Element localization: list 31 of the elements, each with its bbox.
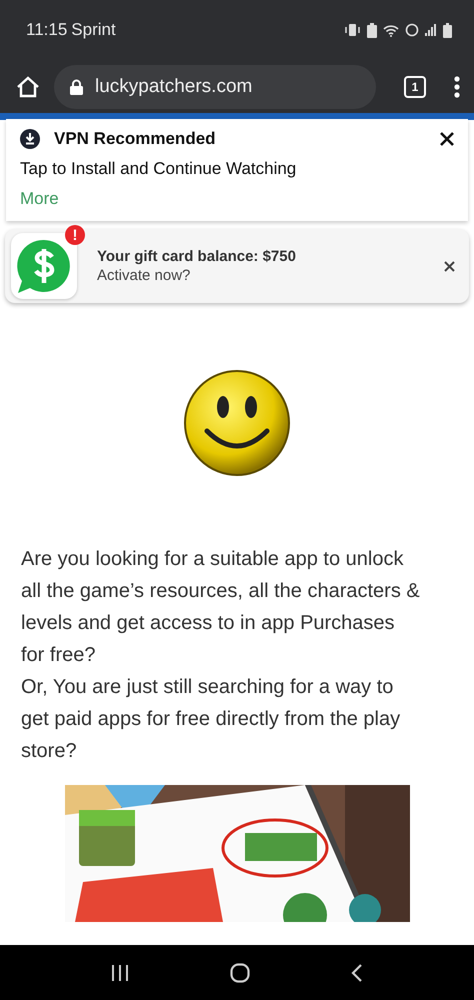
back-icon xyxy=(351,964,364,982)
tab-switcher[interactable]: 1 xyxy=(404,76,426,98)
carrier-name: Sprint xyxy=(71,20,116,40)
lock-icon xyxy=(70,78,83,94)
close-icon xyxy=(440,132,454,146)
alert-badge: ! xyxy=(65,225,85,245)
back-button[interactable] xyxy=(351,964,364,982)
close-button[interactable] xyxy=(444,260,455,272)
close-button[interactable] xyxy=(440,132,454,146)
more-link[interactable]: More xyxy=(20,189,454,209)
paragraph: Or, You are just still searching for a way to get paid apps for free directly from the play store? xyxy=(20,675,402,764)
banner-subtitle: Activate now? xyxy=(97,267,192,284)
close-icon xyxy=(444,260,455,272)
vibrate-icon xyxy=(345,23,361,37)
signal-icon xyxy=(425,24,437,36)
download-icon xyxy=(20,129,40,149)
paragraph: Are you looking for a suitable app to unlock all the game’s resources, all the characters & levels and get access to in app Purchases for free? xyxy=(20,547,421,668)
banner-title: Your gift card balance: $750 xyxy=(97,248,296,265)
battery-icon xyxy=(443,22,452,38)
wifi-icon xyxy=(383,24,399,36)
more-menu-icon[interactable] xyxy=(454,76,460,98)
recent-apps-button[interactable] xyxy=(110,964,129,980)
home-icon[interactable] xyxy=(16,76,40,98)
notification-title: VPN Recommended xyxy=(54,129,216,149)
vpn-notification[interactable]: VPN Recommended Tap to Install and Continue Watching More xyxy=(6,119,468,221)
status-time: 11:15 xyxy=(26,20,68,40)
url-text: luckypatchers.com xyxy=(95,76,252,98)
home-button[interactable] xyxy=(230,962,250,982)
recent-apps-icon xyxy=(110,964,129,980)
address-bar[interactable]: luckypatchers.com xyxy=(54,64,376,108)
notification-message: Tap to Install and Continue Watching xyxy=(20,159,298,179)
